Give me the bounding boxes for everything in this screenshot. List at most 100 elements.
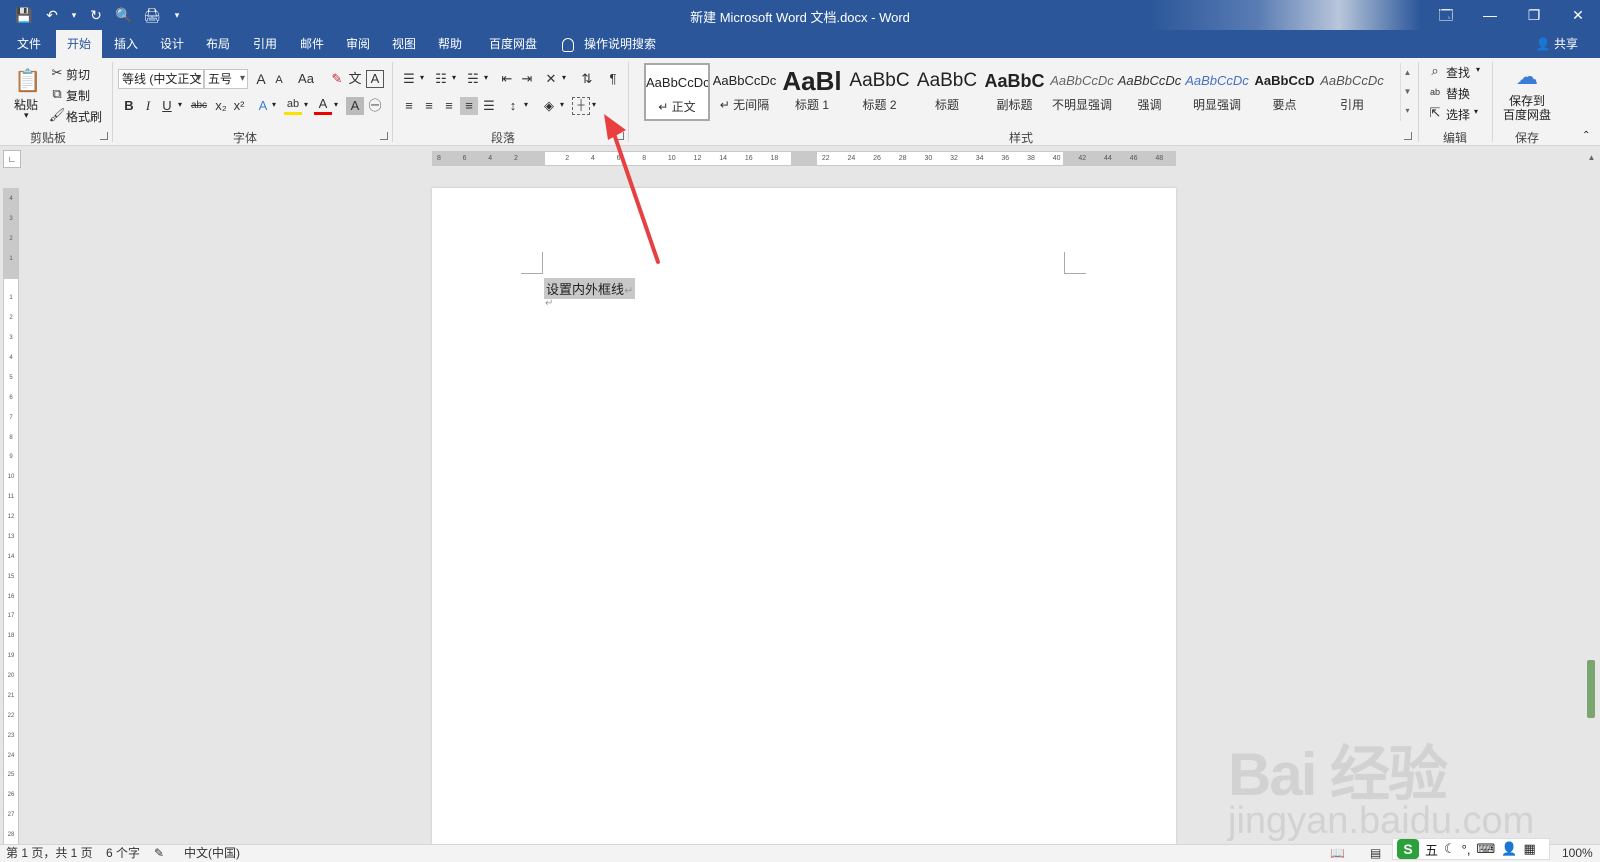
- justify-icon[interactable]: ≡: [460, 97, 478, 115]
- underline-dropdown-icon[interactable]: ▾: [178, 100, 182, 109]
- zoom-level[interactable]: 100%: [1562, 845, 1593, 862]
- tab-references[interactable]: 引用: [245, 30, 285, 58]
- font-size-combo[interactable]: 五号: [204, 69, 248, 89]
- select-dropdown-icon[interactable]: ▾: [1474, 107, 1478, 116]
- document-page[interactable]: 设置内外框线↵ ↵: [432, 188, 1176, 844]
- show-marks-icon[interactable]: ¶: [604, 70, 622, 88]
- find-button[interactable]: 查找: [1446, 64, 1470, 81]
- phonetic-guide-icon[interactable]: 文: [346, 70, 364, 88]
- sort-icon[interactable]: ⇅: [578, 70, 596, 88]
- tab-view[interactable]: 视图: [384, 30, 424, 58]
- numbering-dropdown-icon[interactable]: ▾: [452, 73, 456, 82]
- multilevel-list-icon[interactable]: ☵: [464, 70, 482, 88]
- format-painter-icon[interactable]: 🖌: [48, 106, 66, 124]
- close-icon[interactable]: ✕: [1556, 0, 1600, 30]
- subscript-icon[interactable]: x₂: [212, 97, 230, 115]
- replace-icon[interactable]: ab: [1426, 83, 1444, 101]
- font-color-icon[interactable]: A: [314, 97, 332, 115]
- grow-font-icon[interactable]: A: [252, 70, 270, 88]
- gallery-up-icon[interactable]: ▲: [1401, 63, 1414, 82]
- distributed-icon[interactable]: ☰: [480, 97, 498, 115]
- strikethrough-icon[interactable]: abc: [188, 97, 210, 115]
- toolbox-icon[interactable]: ▦: [1523, 841, 1535, 857]
- tell-me-search[interactable]: 操作说明搜索: [562, 30, 656, 58]
- shrink-font-icon[interactable]: A: [270, 71, 288, 89]
- tab-layout[interactable]: 布局: [198, 30, 238, 58]
- align-left-icon[interactable]: ≡: [400, 97, 418, 115]
- style-5[interactable]: AaBbC 副标题: [982, 63, 1048, 121]
- borders-dropdown-icon[interactable]: ▾: [592, 100, 596, 109]
- scroll-thumb[interactable]: [1587, 660, 1595, 718]
- share-button[interactable]: 👤 共享: [1536, 30, 1578, 58]
- asian-layout-icon[interactable]: ✕: [542, 70, 560, 88]
- select-button[interactable]: 选择: [1446, 106, 1470, 123]
- text-effects-dropdown-icon[interactable]: ▾: [272, 100, 276, 109]
- tab-mailings[interactable]: 邮件: [292, 30, 332, 58]
- restore-icon[interactable]: ❐: [1512, 0, 1556, 30]
- style-9[interactable]: AaBbCcD 要点: [1252, 63, 1318, 121]
- tab-baidu-netdisk[interactable]: 百度网盘: [480, 30, 546, 58]
- increase-indent-icon[interactable]: ⇥: [518, 70, 536, 88]
- undo-icon[interactable]: ↶: [42, 5, 62, 25]
- character-shading-icon[interactable]: A: [346, 97, 364, 115]
- selected-text-line[interactable]: 设置内外框线↵: [544, 278, 636, 299]
- ime-mode[interactable]: 五: [1425, 840, 1438, 859]
- style-4[interactable]: AaBbC 标题: [914, 63, 980, 121]
- clipboard-launcher-icon[interactable]: [100, 132, 108, 140]
- style-3[interactable]: AaBbC 标题 2: [847, 63, 913, 121]
- print-icon[interactable]: 🖨: [142, 5, 162, 25]
- tab-review[interactable]: 审阅: [338, 30, 378, 58]
- word-count[interactable]: 6 个字: [106, 845, 140, 862]
- save-icon[interactable]: 💾: [14, 5, 34, 25]
- bold-icon[interactable]: B: [120, 97, 138, 115]
- styles-launcher-icon[interactable]: [1404, 132, 1412, 140]
- select-icon[interactable]: ⇱: [1426, 104, 1444, 122]
- proofing-icon[interactable]: ✎: [154, 845, 164, 862]
- clear-formatting-icon[interactable]: ✎: [328, 70, 346, 88]
- tab-help[interactable]: 帮助: [430, 30, 470, 58]
- align-center-icon[interactable]: ≡: [420, 97, 438, 115]
- style-0[interactable]: AaBbCcDc ↵ 正文: [644, 63, 710, 121]
- format-painter-button[interactable]: 格式刷: [66, 108, 102, 125]
- user-icon[interactable]: 👤: [1501, 841, 1517, 857]
- find-icon[interactable]: ⌕: [1426, 62, 1444, 80]
- style-6[interactable]: AaBbCcDc 不明显强调: [1049, 63, 1115, 121]
- highlight-icon[interactable]: ab: [284, 97, 302, 115]
- moon-icon[interactable]: ☾: [1444, 841, 1456, 857]
- style-2[interactable]: AaBl 标题 1: [779, 63, 845, 121]
- print-preview-icon[interactable]: 🔍: [114, 5, 134, 25]
- read-mode-icon[interactable]: 📖: [1330, 845, 1345, 862]
- sogou-logo-icon[interactable]: S: [1397, 839, 1419, 859]
- numbering-icon[interactable]: ☷: [432, 70, 450, 88]
- redo-icon[interactable]: ↻: [86, 5, 106, 25]
- paragraph-shading-icon[interactable]: ◈: [540, 97, 558, 115]
- style-7[interactable]: AaBbCcDc 强调: [1117, 63, 1183, 121]
- baidu-netdisk-icon[interactable]: ☁: [1512, 64, 1542, 90]
- vertical-scrollbar[interactable]: ▲: [1583, 150, 1600, 844]
- scissors-icon[interactable]: ✂: [48, 64, 66, 82]
- minimize-icon[interactable]: —: [1468, 0, 1512, 30]
- text-effects-icon[interactable]: A: [254, 97, 272, 115]
- horizontal-ruler[interactable]: 8 6 4 2 2 4 6 8 10 12 14 16 18 22 24 26 28 30 32 34 36 38 40 42…: [432, 151, 1176, 166]
- customize-qat-icon[interactable]: ▾: [170, 5, 184, 25]
- italic-icon[interactable]: I: [139, 97, 157, 115]
- style-10[interactable]: AaBbCcDc 引用: [1319, 63, 1385, 121]
- shading-dropdown-icon[interactable]: ▾: [560, 100, 564, 109]
- paste-dropdown-icon[interactable]: ▾: [24, 110, 29, 121]
- bullets-icon[interactable]: ☰: [400, 70, 418, 88]
- language-indicator[interactable]: 中文(中国): [184, 845, 240, 862]
- tab-selector[interactable]: ∟: [3, 150, 21, 168]
- font-name-combo[interactable]: 等线 (中文正文: [118, 69, 204, 89]
- bullets-dropdown-icon[interactable]: ▾: [420, 73, 424, 82]
- save-to-baidu-button[interactable]: 保存到 百度网盘: [1502, 94, 1552, 122]
- underline-icon[interactable]: U: [158, 97, 176, 115]
- change-case-icon[interactable]: Aa: [294, 70, 318, 88]
- paste-icon[interactable]: 📋: [14, 66, 42, 96]
- style-1[interactable]: AaBbCcDc ↵ 无间隔: [712, 63, 778, 121]
- enclose-characters-icon[interactable]: ㊀: [366, 97, 384, 115]
- replace-button[interactable]: 替换: [1446, 85, 1470, 102]
- style-8[interactable]: AaBbCcDc 明显强调: [1184, 63, 1250, 121]
- tab-file[interactable]: 文件: [10, 30, 48, 58]
- scroll-up-icon[interactable]: ▲: [1583, 150, 1600, 166]
- page-count[interactable]: 第 1 页，共 1 页: [6, 845, 93, 862]
